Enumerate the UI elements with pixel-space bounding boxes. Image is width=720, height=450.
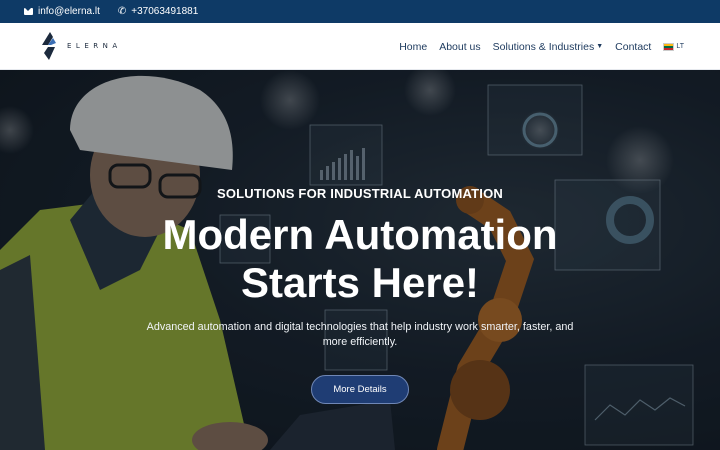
email-contact[interactable]: info@elerna.lt: [24, 6, 100, 17]
phone-icon: ✆: [117, 5, 127, 17]
hero-headline: Modern Automation Starts Here!: [0, 211, 720, 307]
nav-solutions-label: Solutions & Industries: [492, 40, 595, 53]
hero-eyebrow: SOLUTIONS FOR INDUSTRIAL AUTOMATION: [216, 186, 503, 201]
nav-contact[interactable]: Contact: [615, 41, 651, 53]
site-logo[interactable]: ELERNA: [40, 31, 122, 61]
hero-headline-line1: Modern Automation: [162, 211, 558, 258]
more-details-button[interactable]: More Details: [311, 375, 409, 404]
chevron-down-icon: ▼: [596, 43, 604, 50]
logo-wordmark: ELERNA: [67, 42, 122, 50]
nav-home[interactable]: Home: [399, 41, 427, 53]
main-navbar: ELERNA Home About us Solutions & Industr…: [0, 23, 720, 70]
nav-about-us[interactable]: About us: [439, 41, 480, 53]
language-switcher[interactable]: LT: [663, 42, 684, 51]
phone-text[interactable]: +37063491881: [131, 6, 198, 17]
email-text[interactable]: info@elerna.lt: [38, 6, 100, 17]
hero-section: SOLUTIONS FOR INDUSTRIAL AUTOMATION Mode…: [0, 70, 720, 450]
nav-solutions-industries[interactable]: Solutions & Industries ▼: [493, 41, 604, 53]
nav-menu: Home About us Solutions & Industries ▼ C…: [387, 23, 684, 70]
hero-subtext: Advanced automation and digital technolo…: [146, 321, 574, 348]
top-contact-bar: info@elerna.lt ✆ +37063491881: [0, 0, 720, 23]
hero-headline-line2: Starts Here!: [240, 259, 480, 306]
phone-contact[interactable]: ✆ +37063491881: [118, 6, 198, 17]
elerna-logo-mark: [42, 32, 56, 60]
envelope-icon: [24, 8, 33, 15]
language-label: LT: [676, 43, 684, 50]
lithuania-flag-icon: [663, 42, 675, 51]
